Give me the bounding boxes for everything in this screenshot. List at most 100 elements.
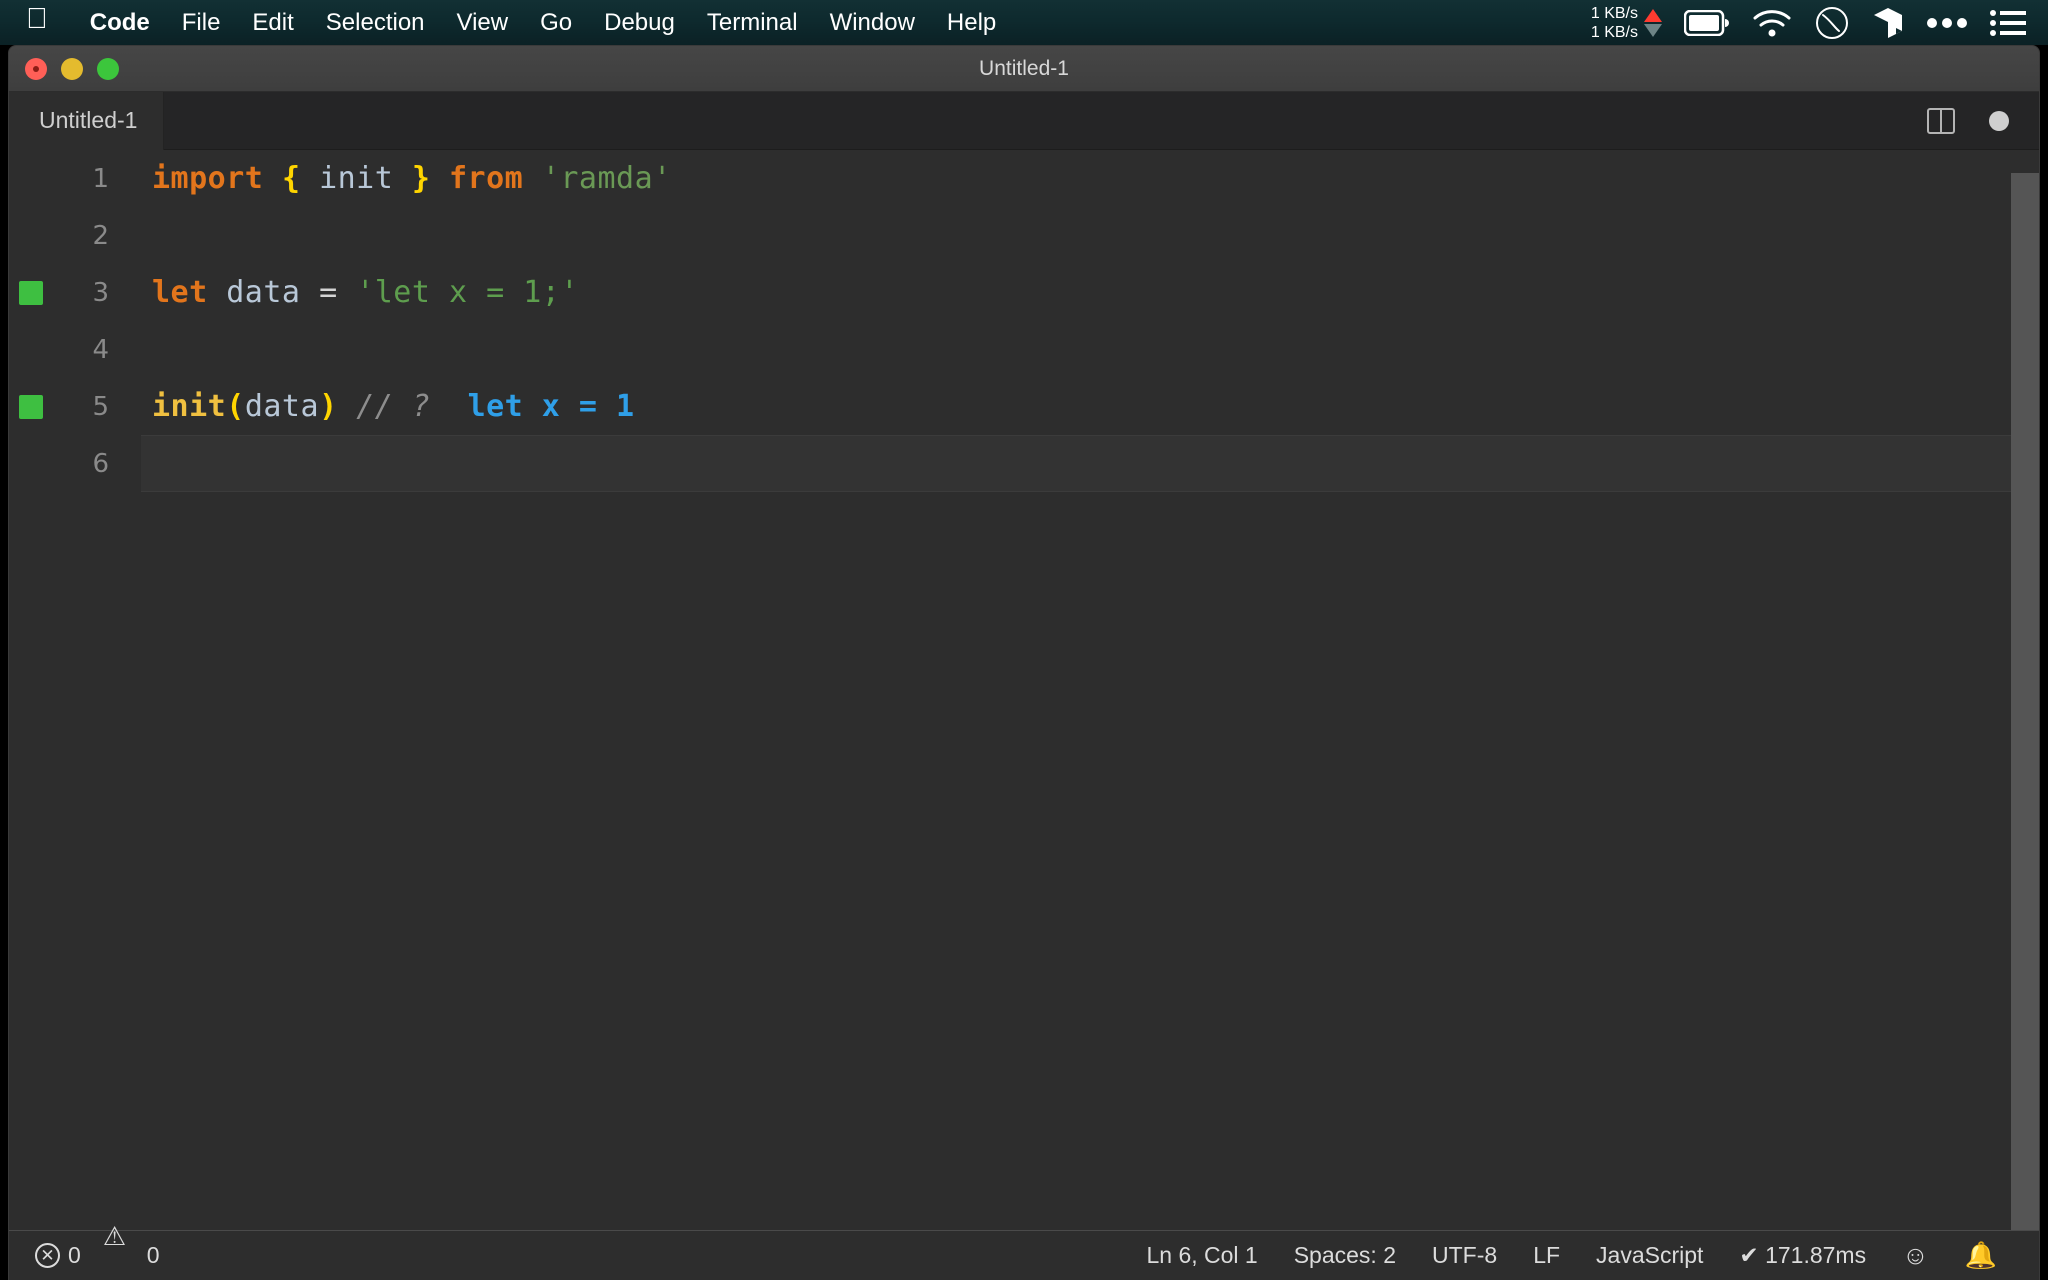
zoom-button[interactable] (97, 57, 119, 80)
line-number: 4 (92, 334, 109, 365)
macos-menu-bar:  Code File Edit Selection View Go Debug… (0, 0, 2048, 45)
quokka-status[interactable]: ✔ 171.87ms (1721, 1242, 1884, 1269)
code-token: ) (319, 389, 338, 424)
code-line-4[interactable]: 4 (9, 321, 2039, 378)
traffic-light-buttons (25, 57, 119, 80)
editor-tab-bar: Untitled-1 (9, 91, 2039, 150)
code-token: = (319, 275, 338, 310)
code-token: init (319, 161, 394, 196)
network-upload-speed: 1 KB/s (1590, 4, 1638, 22)
code-token: import (152, 161, 264, 196)
line-number: 2 (92, 220, 109, 251)
menu-item-edit[interactable]: Edit (236, 0, 309, 45)
code-editor[interactable]: 1 import { init } from 'ramda' 2 3 let data … (9, 150, 2039, 1230)
list-icon[interactable] (1990, 0, 2026, 45)
encoding-setting[interactable]: UTF-8 (1414, 1242, 1515, 1269)
code-line-2[interactable]: 2 (9, 207, 2039, 264)
line-content: let data = 'let x = 1;' (152, 275, 579, 310)
status-bar: ✕ 0 0 Ln 6, Col 1 Spaces: 2 UTF-8 LF Jav… (9, 1222, 2039, 1280)
menu-bar-items:  Code File Edit Selection View Go Debug… (0, 0, 1012, 45)
status-bar-left: ✕ 0 0 (9, 1222, 178, 1269)
code-token: let (152, 275, 208, 310)
menu-item-selection[interactable]: Selection (310, 0, 441, 45)
network-download-speed: 1 KB/s (1590, 23, 1638, 41)
code-token: init (152, 389, 227, 424)
close-button[interactable] (25, 57, 47, 80)
network-arrows (1644, 8, 1662, 37)
code-token: ( (226, 389, 245, 424)
line-number: 6 (92, 448, 109, 479)
line-number: 1 (92, 163, 109, 194)
editor-vertical-scrollbar[interactable] (2011, 173, 2039, 1230)
battery-icon[interactable] (1684, 0, 1730, 45)
window-title-bar: Untitled-1 (9, 46, 2039, 92)
code-lines-container: 1 import { init } from 'ramda' 2 3 let data … (9, 150, 2039, 492)
apple-logo-icon[interactable]:  (26, 5, 48, 34)
clock-icon[interactable] (1814, 0, 1850, 45)
tab-untitled-1[interactable]: Untitled-1 (9, 91, 165, 150)
code-token: 'let x = 1;' (356, 275, 579, 310)
wifi-icon[interactable] (1752, 0, 1792, 45)
window-title: Untitled-1 (979, 56, 1069, 80)
language-mode[interactable]: JavaScript (1578, 1242, 1721, 1269)
menu-item-terminal[interactable]: Terminal (691, 0, 814, 45)
warning-count: 0 (146, 1242, 160, 1268)
menu-item-code[interactable]: Code (74, 0, 166, 45)
menu-item-help[interactable]: Help (931, 0, 1012, 45)
code-line-1[interactable]: 1 import { init } from 'ramda' (9, 150, 2039, 207)
dropbox-icon[interactable] (1872, 0, 1904, 45)
download-arrow-icon (1644, 23, 1662, 37)
minimize-button[interactable] (61, 57, 83, 80)
smiley-icon[interactable]: ☺ (1884, 1240, 1947, 1271)
current-line-highlight (141, 435, 2031, 492)
problems-indicator[interactable]: ✕ 0 0 (35, 1222, 178, 1269)
gutter-decoration-icon[interactable] (19, 280, 43, 305)
menu-item-go[interactable]: Go (524, 0, 588, 45)
network-speed-indicator[interactable]: 1 KB/s 1 KB/s (1591, 0, 1662, 45)
menu-bar-status-items: 1 KB/s 1 KB/s (1581, 0, 2048, 45)
menu-item-debug[interactable]: Debug (588, 0, 691, 45)
code-token: } (411, 161, 431, 196)
vscode-window: Untitled-1 Untitled-1 1 import { init } f… (8, 45, 2040, 1280)
upload-arrow-icon (1644, 8, 1662, 22)
code-token: 'ramda' (541, 161, 672, 196)
tab-bar-actions (1927, 107, 2039, 134)
menu-item-window[interactable]: Window (814, 0, 931, 45)
code-token: data (226, 275, 301, 310)
status-bar-right: Ln 6, Col 1 Spaces: 2 UTF-8 LF JavaScrip… (1128, 1240, 2039, 1271)
gutter-decoration-icon[interactable] (19, 394, 43, 419)
menu-item-view[interactable]: View (441, 0, 525, 45)
code-token: from (449, 161, 524, 196)
code-line-6[interactable]: 6 (9, 435, 2039, 492)
indentation-setting[interactable]: Spaces: 2 (1276, 1242, 1414, 1269)
code-token: // ? (356, 389, 431, 424)
tab-label: Untitled-1 (39, 107, 138, 133)
split-editor-icon[interactable] (1927, 107, 1955, 134)
cursor-position[interactable]: Ln 6, Col 1 (1128, 1242, 1275, 1269)
ellipsis-icon[interactable] (1926, 0, 1968, 45)
eol-setting[interactable]: LF (1515, 1242, 1578, 1269)
menu-item-file[interactable]: File (166, 0, 237, 45)
code-token: { (281, 161, 301, 196)
code-line-5[interactable]: 5 init(data) // ? let x = 1 (9, 378, 2039, 435)
line-content: import { init } from 'ramda' (152, 161, 672, 196)
code-token: let x = 1 (467, 389, 635, 424)
code-token: data (244, 389, 320, 424)
line-content: init(data) // ? let x = 1 (152, 389, 635, 424)
unsaved-dot-icon[interactable] (1989, 110, 2009, 131)
error-count: 0 (68, 1242, 81, 1268)
bell-icon[interactable]: 🔔 (1947, 1240, 2015, 1271)
code-line-3[interactable]: 3 let data = 'let x = 1;' (9, 264, 2039, 321)
error-icon: ✕ (35, 1243, 60, 1268)
warning-icon (103, 1222, 129, 1267)
